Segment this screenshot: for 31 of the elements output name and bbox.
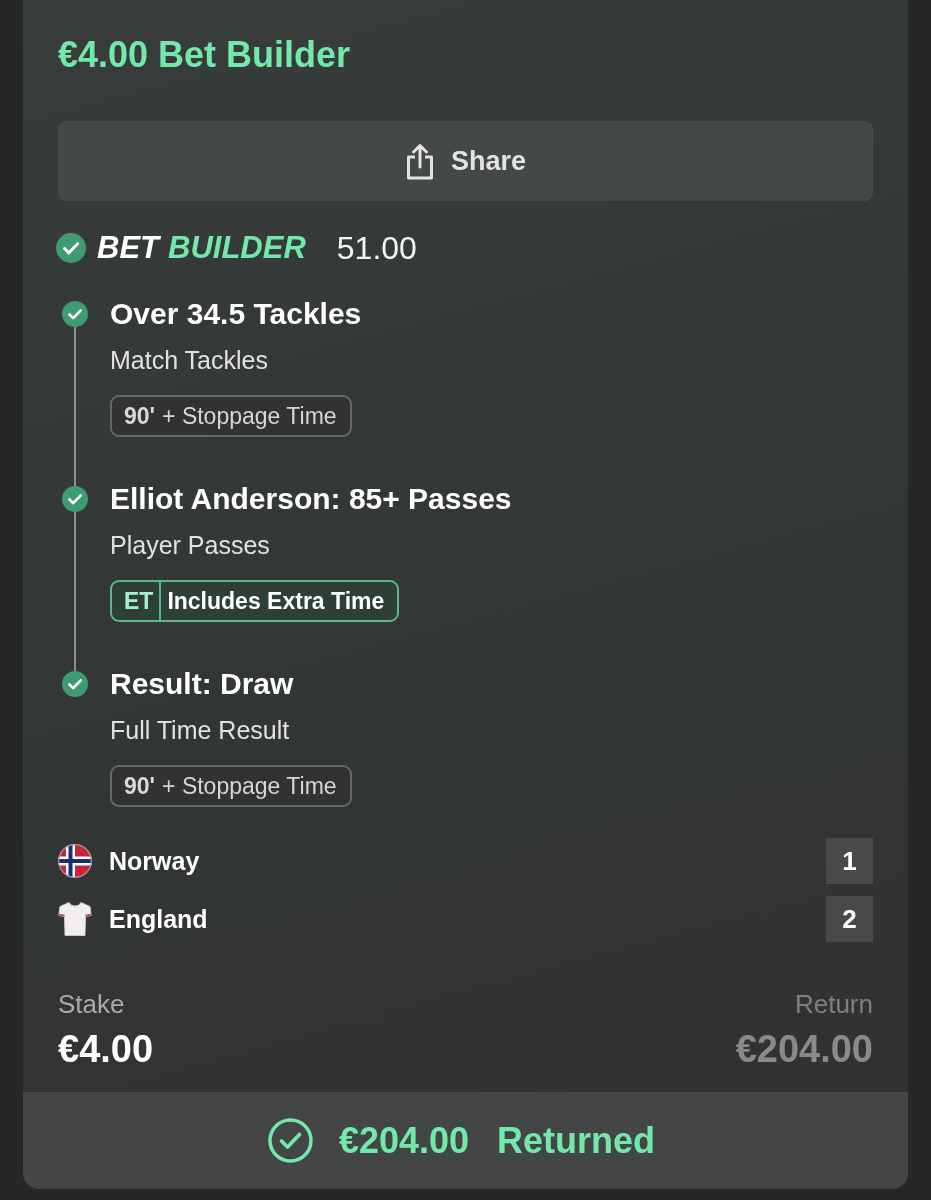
returned-label: Returned [497, 1119, 656, 1162]
share-icon [404, 142, 435, 180]
tag-badge-text: 90' [123, 401, 156, 431]
tag-label-text: + Stoppage Time [161, 771, 338, 801]
bet-title: €4.00 Bet Builder [58, 35, 351, 75]
market-name: Player Passes [110, 530, 270, 560]
selection-title: Result: Draw [110, 667, 294, 701]
team-score: 2 [826, 896, 873, 942]
logo-text: BET [97, 231, 159, 265]
check-circle-icon [267, 1118, 313, 1163]
tag-badge-text: 90' [123, 771, 156, 801]
tag-label-text: + Stoppage Time [161, 401, 338, 431]
flag-icon [58, 844, 92, 878]
return-amount: €204.00 [735, 1027, 873, 1071]
market-name: Match Tackles [110, 345, 268, 375]
stake-amount: €4.00 [58, 1027, 154, 1071]
team-name: Norway [109, 846, 201, 876]
odds-value: 51.00 [336, 231, 417, 265]
return-label: Return [794, 989, 873, 1019]
selection-title: Over 34.5 Tackles [110, 297, 362, 331]
team-name: England [109, 904, 209, 934]
returned-amount: €204.00 [338, 1119, 470, 1162]
tag-badge-text: ET [112, 582, 162, 620]
share-button[interactable]: Share [58, 121, 873, 201]
stake-label: Stake [58, 989, 125, 1019]
selection-title: Elliot Anderson: 85+ Passes [110, 482, 512, 516]
tag-label-text: Includes Extra Time [166, 586, 386, 616]
shirt-icon [58, 901, 92, 937]
logo-highlight-text: BUILDER [168, 231, 306, 265]
market-name: Full Time Result [110, 715, 290, 745]
team-score: 1 [826, 838, 873, 884]
